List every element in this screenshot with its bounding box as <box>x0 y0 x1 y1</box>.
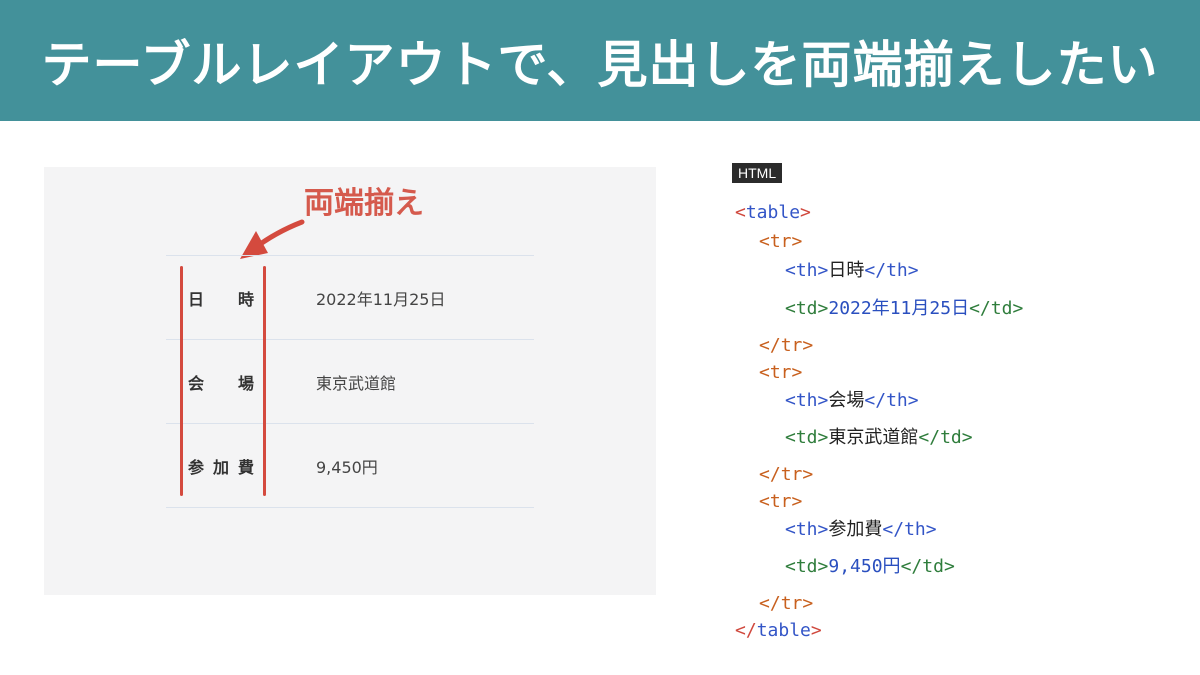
table-row: 日時 2022年11月25日 <box>166 255 534 340</box>
row-value: 2022年11月25日 <box>316 289 446 309</box>
code-line: <tr> <box>759 362 803 383</box>
page-title: テーブルレイアウトで、見出しを両端揃えしたい <box>41 35 1159 94</box>
header-bar: テーブルレイアウトで、見出しを両端揃えしたい <box>0 0 1200 121</box>
code-line: <th>参加費</th> <box>785 519 937 540</box>
code-line: <table> <box>735 202 811 223</box>
code-line: <td>東京武道館</td> <box>785 427 973 448</box>
table-preview: 両端揃え 日時 2022年11月25日 会場 東京武道館 参加費 9,450円 <box>44 167 656 595</box>
code-line: </table> <box>735 620 822 641</box>
code-line: </tr> <box>759 335 814 356</box>
annotation-label: 両端揃え <box>304 186 424 221</box>
justify-guide-left <box>180 266 183 496</box>
demo-table: 日時 2022年11月25日 会場 東京武道館 参加費 9,450円 <box>166 255 534 508</box>
code-line: <th>日時</th> <box>785 260 919 281</box>
code-line: <tr> <box>759 231 803 252</box>
code-line: <tr> <box>759 491 803 512</box>
code-line: <th>会場</th> <box>785 390 919 411</box>
justify-guide-right <box>263 266 266 496</box>
code-line: </tr> <box>759 464 814 485</box>
row-value: 9,450円 <box>316 457 378 477</box>
table-row: 会場 東京武道館 <box>166 339 534 424</box>
code-line: <td>9,450円</td> <box>785 556 955 577</box>
code-language-badge: HTML <box>732 163 783 183</box>
code-line: </tr> <box>759 593 814 614</box>
code-line: <td>2022年11月25日</td> <box>785 298 1024 319</box>
table-row: 参加費 9,450円 <box>166 423 534 508</box>
row-value: 東京武道館 <box>316 373 397 393</box>
